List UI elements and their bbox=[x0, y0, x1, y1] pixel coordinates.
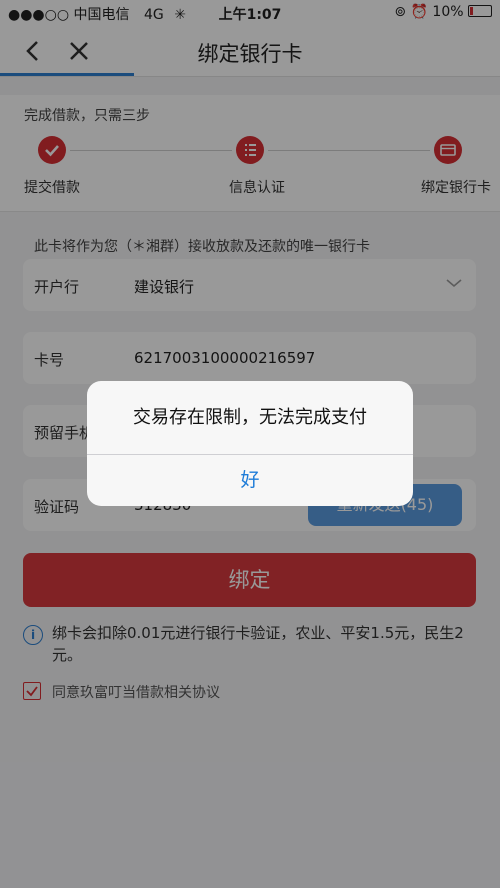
alert-ok-button[interactable]: 好 bbox=[87, 455, 413, 506]
alert-dialog: 交易存在限制，无法完成支付 好 bbox=[87, 381, 413, 506]
alert-message: 交易存在限制，无法完成支付 bbox=[133, 407, 367, 428]
